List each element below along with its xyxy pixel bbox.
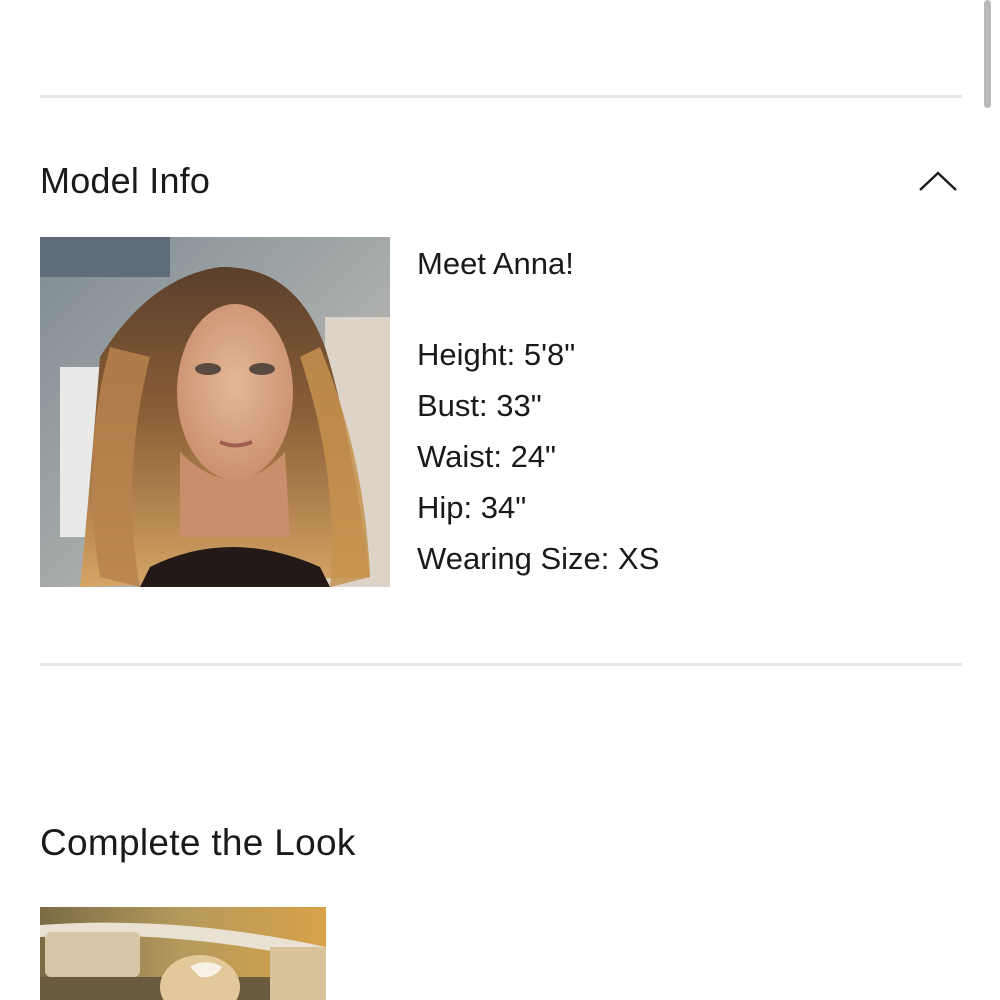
scrollbar-thumb[interactable] [984,0,991,108]
collapse-button[interactable] [916,159,960,203]
section-divider [40,95,962,98]
model-info-title: Model Info [40,160,211,201]
model-photo [40,237,390,587]
section-divider [40,663,962,666]
product-thumbnail [40,907,326,1000]
model-waist: Waist: 24" [417,439,557,474]
model-intro: Meet Anna! [417,246,574,281]
model-height: Height: 5'8" [417,337,576,372]
model-wearing-size: Wearing Size: XS [417,541,660,576]
model-info-header[interactable]: Model Info [40,156,962,206]
chevron-up-icon [919,171,957,191]
product-page: Model Info Meet Anna! Height: 5'8" Bust:… [0,0,1000,1000]
model-photo-image [40,237,390,587]
complete-the-look-title: Complete the Look [40,822,356,863]
model-hip: Hip: 34" [417,490,527,525]
model-info-details: Meet Anna! Height: 5'8" Bust: 33" Waist:… [417,238,659,584]
complete-the-look-product-image[interactable] [40,907,326,1000]
model-bust: Bust: 33" [417,388,542,423]
